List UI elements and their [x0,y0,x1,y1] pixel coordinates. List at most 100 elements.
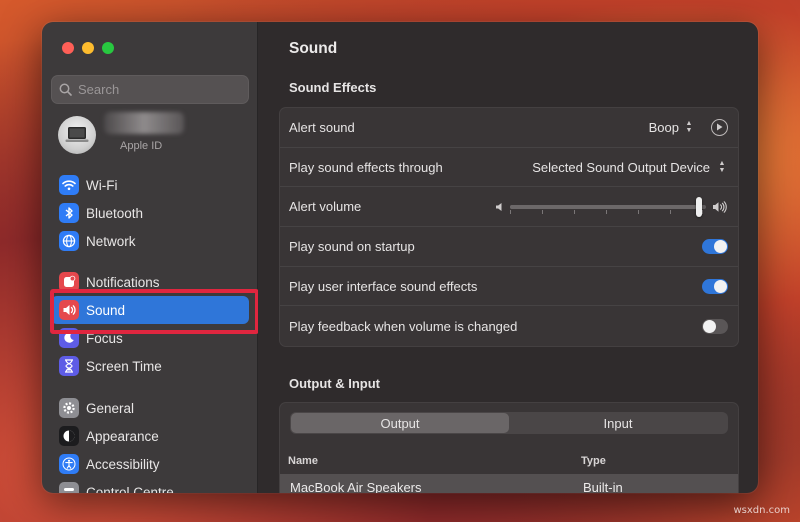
sidebar-group-system: General Appearance Accessibility Control… [51,394,249,493]
accessibility-icon [59,454,79,474]
appearance-icon [59,426,79,446]
alert-volume-label: Alert volume [289,199,362,215]
section-title-output-input: Output & Input [289,376,380,391]
ui-sound-effects-label: Play user interface sound effects [289,278,478,294]
sidebar-item-label: Focus [86,330,123,346]
sidebar-item-general[interactable]: General [51,394,249,422]
sidebar-item-label: Accessibility [86,456,160,472]
slider-tick [510,209,511,214]
sidebar-group-connectivity: Wi-Fi Bluetooth Network [51,171,249,255]
sidebar-item-label: Appearance [86,428,159,444]
slider-tick [542,209,543,214]
sidebar-item-label: Control Centre [86,484,174,494]
laptop-icon [65,127,89,142]
sidebar-item-focus[interactable]: Focus [51,324,249,352]
alert-volume-thumb[interactable] [696,196,702,217]
bluetooth-icon [59,203,79,223]
startup-sound-label: Play sound on startup [289,238,415,254]
sidebar-group-attention: Notifications Sound Focus Screen Time [51,268,249,380]
main-pane: Sound Sound Effects Alert sound Boop ▲ ▼ … [258,22,758,493]
alert-sound-select[interactable]: Boop ▲ ▼ [649,119,695,135]
column-header-type[interactable]: Type [581,455,606,467]
sidebar-item-label: Bluetooth [86,205,144,221]
tab-output[interactable]: Output [291,413,509,433]
sidebar-item-appearance[interactable]: Appearance [51,422,249,450]
sidebar-item-sound[interactable]: Sound [51,296,249,324]
slider-tick [670,209,671,214]
globe-icon [59,231,79,251]
slider-tick [638,209,639,214]
play-through-select[interactable]: Selected Sound Output Device ▲ ▼ [532,159,728,175]
ui-sound-effects-toggle[interactable] [702,278,728,294]
ui-sound-effects-row: Play user interface sound effects [280,267,738,307]
section-title-sound-effects: Sound Effects [289,80,377,95]
slider-tick [606,209,607,214]
slider-tick [574,209,575,214]
sidebar-item-bluetooth[interactable]: Bluetooth [51,199,249,227]
sidebar-item-label: Network [86,233,136,249]
device-name: MacBook Air Speakers [290,479,422,494]
speaker-icon [59,300,79,320]
volume-feedback-toggle[interactable] [702,318,728,334]
device-type: Built-in [583,479,623,494]
watermark: wsxdn.com [733,505,790,516]
hourglass-icon [59,356,79,376]
output-input-segmented-control: Output Input [290,412,728,434]
startup-sound-row: Play sound on startup [280,227,738,267]
sidebar-item-label: Notifications [86,274,160,290]
volume-feedback-label: Play feedback when volume is changed [289,318,518,334]
toggle-knob [703,319,716,333]
device-table-header: Name Type [280,447,738,474]
chevron-updown-icon: ▲ ▼ [718,160,726,175]
play-through-row: Play sound effects through Selected Soun… [280,148,738,188]
volume-feedback-row: Play feedback when volume is changed [280,306,738,346]
search-icon [59,83,72,96]
search-field[interactable] [51,75,249,104]
apple-id-item[interactable]: Apple ID [58,112,184,154]
play-alert-button[interactable] [711,118,728,136]
apple-id-label: Apple ID [120,140,163,152]
moon-icon [59,328,79,348]
alert-volume-slider[interactable] [510,196,706,217]
page-title: Sound [289,40,338,57]
minimize-window-button[interactable] [82,42,94,54]
sidebar-item-notifications[interactable]: Notifications [51,268,249,296]
toggle-knob [714,279,727,293]
alert-volume-fill [510,204,696,209]
sidebar-item-label: Screen Time [86,358,162,374]
play-through-label: Play sound effects through [289,159,443,175]
output-input-panel: Output Input Name Type MacBook Air Speak… [279,402,739,493]
tab-input[interactable]: Input [509,413,727,433]
table-row[interactable]: MacBook Air Speakers Built-in [280,474,738,493]
close-window-button[interactable] [62,42,74,54]
control-centre-icon [59,482,79,493]
alert-sound-label: Alert sound [289,119,355,135]
startup-sound-toggle[interactable] [702,238,728,254]
sidebar: Apple ID Wi-Fi Bluetooth Network [42,22,259,493]
sidebar-item-label: Sound [86,302,126,318]
alert-volume-row: Alert volume [280,187,738,228]
sidebar-item-wifi[interactable]: Wi-Fi [51,171,249,199]
avatar [58,116,96,154]
sidebar-item-accessibility[interactable]: Accessibility [51,450,249,478]
gear-icon [59,398,79,418]
sidebar-item-screen-time[interactable]: Screen Time [51,352,249,380]
zoom-window-button[interactable] [102,42,114,54]
sidebar-item-label: General [86,400,135,416]
system-settings-window: Apple ID Wi-Fi Bluetooth Network [42,22,758,493]
wifi-icon [59,175,79,195]
chevron-updown-icon: ▲ ▼ [685,120,693,135]
sidebar-item-label: Wi-Fi [86,177,118,193]
play-icon [717,123,723,131]
sidebar-item-control-centre[interactable]: Control Centre [51,478,249,493]
toggle-knob [714,239,727,253]
sidebar-item-network[interactable]: Network [51,227,249,255]
volume-low-icon [496,202,502,211]
column-header-name[interactable]: Name [288,455,318,467]
redacted-account-name [104,112,184,134]
window-controls [62,42,114,54]
search-input[interactable] [78,82,238,97]
sound-effects-panel: Alert sound Boop ▲ ▼ Play sound effects t… [279,107,739,348]
play-through-value: Selected Sound Output Device [532,159,710,175]
bell-icon [59,272,79,292]
